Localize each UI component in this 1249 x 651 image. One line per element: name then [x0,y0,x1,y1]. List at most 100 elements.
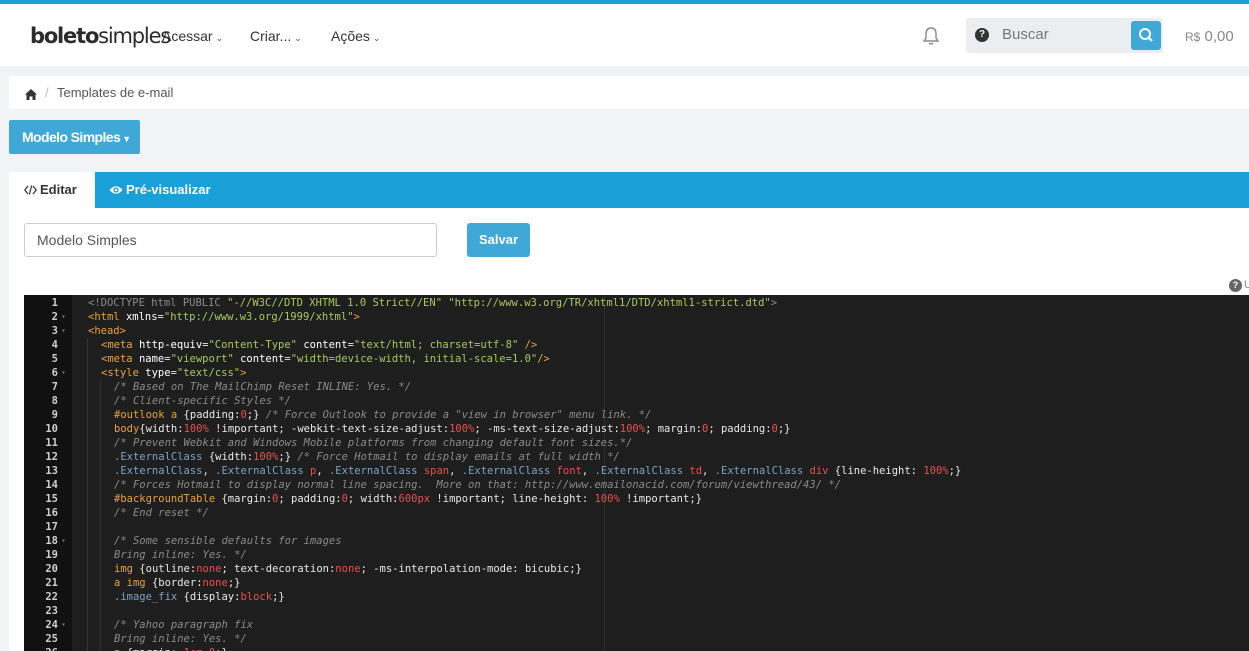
line-number: 13 [24,464,58,478]
template-dropdown-label: Modelo Simples [22,129,120,145]
code-token: block [240,591,272,603]
code-line[interactable]: 2▾<html xmlns="http://www.w3.org/1999/xh… [24,310,1249,324]
line-number: 8 [24,394,58,408]
code-line[interactable]: 8/* Client-specific Styles */ [24,394,1249,408]
code-line[interactable]: 16/* End reset */ [24,506,1249,520]
code-line[interactable]: 19Bring inline: Yes. */ [24,548,1249,562]
code-token: ; -ms-interpolation-mode: bicubic;} [361,563,582,575]
indent-guide [87,338,88,352]
help-icon[interactable]: ? [1229,279,1242,292]
tab-editar[interactable]: Editar [9,172,95,208]
code-line[interactable]: 18▾/* Some sensible defaults for images [24,534,1249,548]
template-dropdown-button[interactable]: Modelo Simples▼ [9,120,140,154]
code-token: /* Yahoo paragraph fix [114,619,253,631]
code-token: ;} [228,577,241,589]
code-token: , [702,465,715,477]
indent-guide [87,618,88,632]
code-line[interactable]: 13.ExternalClass, .ExternalClass p, .Ext… [24,464,1249,478]
code-line[interactable]: 14/* Forces Hotmail to display normal li… [24,478,1249,492]
code-token: content [297,339,348,351]
code-line[interactable]: 20img {outline:none; text-decoration:non… [24,562,1249,576]
code-line[interactable]: 24▾/* Yahoo paragraph fix [24,618,1249,632]
code-line[interactable]: 10body{width:100% !important; -webkit-te… [24,422,1249,436]
fold-toggle-icon[interactable]: ▾ [61,324,66,338]
indent-guide [100,464,101,478]
code-text: .image_fix {display:block;} [114,590,285,604]
code-line[interactable]: 23 [24,604,1249,618]
code-token: type [145,367,170,379]
code-token: /* Force Outlook to provide a "view in b… [266,409,652,421]
code-text: <html xmlns="http://www.w3.org/1999/xhtm… [88,310,360,324]
code-line[interactable]: 11/* Prevent Webkit and Windows Mobile p… [24,436,1249,450]
code-token: <meta [101,339,139,351]
fold-toggle-icon[interactable]: ▾ [61,366,66,380]
code-line[interactable]: 26p {margin: 1em 0;} [24,646,1249,651]
code-token: div [810,465,829,477]
code-line[interactable]: 25Bring inline: Yes. */ [24,632,1249,646]
indent-guide [87,506,88,520]
nav-acoes[interactable]: Ações⌄ [331,27,380,47]
fold-toggle-icon[interactable]: ▾ [61,310,66,324]
code-token: /* Some sensible defaults for images [114,535,342,547]
code-token: #outlook a [114,409,184,421]
bell-icon[interactable] [922,26,940,46]
fold-toggle-icon[interactable]: ▾ [61,534,66,548]
line-number: 19 [24,548,58,562]
question-icon[interactable]: ? [975,28,989,42]
code-line[interactable]: 7/* Based on The MailChimp Reset INLINE:… [24,380,1249,394]
code-token: 100% [923,465,948,477]
code-token: > [771,297,777,309]
code-line[interactable]: 22.image_fix {display:block;} [24,590,1249,604]
indent-guide [87,492,88,506]
code-line[interactable]: 4<meta http-equiv="Content-Type" content… [24,338,1249,352]
code-token: ;} [272,591,285,603]
line-number: 5 [24,352,58,366]
code-editor[interactable]: 1<!DOCTYPE html PUBLIC "-//W3C//DTD XHTM… [24,295,1249,651]
code-token: {border: [152,577,203,589]
code-line[interactable]: 5<meta name="viewport" content="width=de… [24,352,1249,366]
indent-guide [100,604,101,618]
code-token: .ExternalClass [329,465,424,477]
code-token: "http://www.w3.org/TR/xhtml1/DTD/xhtml1-… [448,297,770,309]
code-line[interactable]: 17 [24,520,1249,534]
indent-guide [87,366,88,380]
code-line[interactable]: 12.ExternalClass {width:100%;} /* Force … [24,450,1249,464]
code-token: Bring inline: Yes. */ [114,633,247,645]
code-token: font [557,465,582,477]
nav-criar[interactable]: Criar...⌄ [250,27,302,47]
code-token: .ExternalClass [595,465,690,477]
indent-guide [87,604,88,618]
tab-pre-visualizar[interactable]: Pré-visualizar [109,172,211,208]
line-number: 26 [24,646,58,651]
indent-guide [87,590,88,604]
nav-acessar[interactable]: Acessar⌄ [162,27,223,47]
search-button[interactable] [1131,21,1161,50]
code-token: , [449,465,462,477]
fold-toggle-icon[interactable]: ▾ [61,618,66,632]
nav-criar-label: Criar... [250,28,291,44]
code-token: /* Based on The MailChimp Reset INLINE: … [114,381,411,393]
code-line[interactable]: 3▾<head> [24,324,1249,338]
line-number: 21 [24,576,58,590]
indent-guide [87,450,88,464]
code-line[interactable]: 6▾<style type="text/css"> [24,366,1249,380]
brand-logo[interactable]: boletosimples [30,24,170,48]
brand-logo-light: simples [98,24,170,48]
code-line[interactable]: 1<!DOCTYPE html PUBLIC "-//W3C//DTD XHTM… [24,296,1249,310]
code-text: <!DOCTYPE html PUBLIC "-//W3C//DTD XHTML… [88,296,777,310]
home-icon[interactable] [25,87,37,98]
code-line[interactable]: 21a img {border:none;} [24,576,1249,590]
template-name-input[interactable] [24,223,437,257]
line-number: 23 [24,604,58,618]
help-link-text[interactable]: U [1244,279,1249,292]
code-text: <meta http-equiv="Content-Type" content=… [101,338,537,352]
code-token: 100% [620,423,645,435]
code-token: .ExternalClass [215,465,310,477]
indent-guide [100,422,101,436]
save-button[interactable]: Salvar [467,223,530,257]
code-token: , [203,465,216,477]
code-line[interactable]: 15#backgroundTable {margin:0; padding:0;… [24,492,1249,506]
search-input[interactable]: Buscar [1002,26,1049,44]
code-token: span [424,465,449,477]
code-line[interactable]: 9#outlook a {padding:0;} /* Force Outloo… [24,408,1249,422]
